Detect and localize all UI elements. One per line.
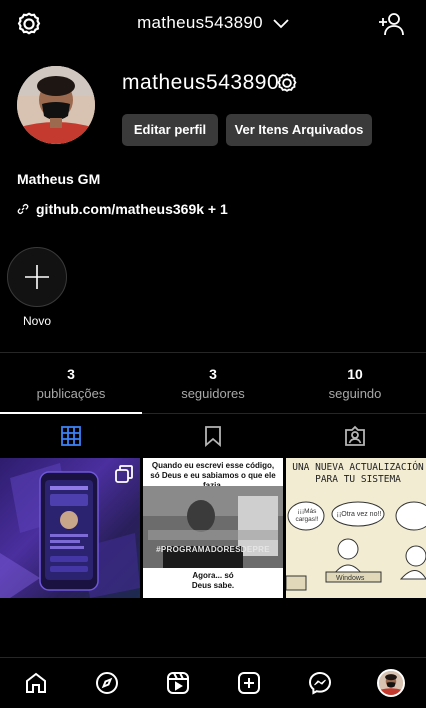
posts-stat[interactable]: 3 publicações [0, 362, 142, 412]
comic-bubble-2: ¡¡Otra vez no!! [336, 511, 382, 518]
following-count: 10 [347, 366, 363, 382]
meme-caption-bottom: Agora... só Deus sabe. [191, 571, 235, 590]
followers-label: seguidores [181, 386, 245, 401]
full-name: Matheus GM [17, 171, 101, 187]
nav-create[interactable] [229, 663, 269, 703]
profile-tabs [0, 412, 426, 458]
chevron-down-icon[interactable] [273, 18, 289, 29]
grid-icon [61, 426, 81, 446]
comic-bubble-1: ¡¡¡Más cargas!! [295, 508, 319, 523]
profile-link-text[interactable]: github.com/matheus369k + 1 [36, 201, 228, 217]
settings-icon[interactable] [276, 72, 298, 94]
divider [0, 352, 426, 353]
nav-profile[interactable] [371, 663, 411, 703]
posts-count: 3 [67, 366, 75, 382]
profile-stats: 3 publicações 3 seguidores 10 seguindo [0, 362, 426, 412]
edit-profile-button[interactable]: Editar perfil [122, 114, 218, 146]
profile-avatar[interactable] [17, 66, 95, 144]
plus-icon [25, 265, 49, 289]
add-user-icon[interactable] [378, 12, 404, 36]
new-highlight[interactable]: Novo [7, 247, 67, 328]
followers-count: 3 [209, 366, 217, 382]
posts-grid: Quando eu escrevi esse código, só Deus e… [0, 458, 426, 598]
meme-watermark: #PROGRAMADORESDEPRE [156, 545, 270, 554]
messenger-icon [308, 671, 331, 695]
followers-stat[interactable]: 3 seguidores [142, 362, 284, 412]
profile-username: matheus543890 [122, 71, 280, 94]
link-icon [17, 203, 29, 215]
top-bar: matheus543890 [0, 0, 426, 48]
explore-icon [95, 672, 118, 694]
post-thumbnail[interactable]: Quando eu escrevi esse código, só Deus e… [143, 458, 283, 598]
create-icon [237, 672, 260, 694]
tab-saved[interactable] [142, 414, 284, 458]
bottom-navigation [0, 657, 426, 708]
nav-home[interactable] [16, 663, 56, 703]
nav-explore[interactable] [87, 663, 127, 703]
meme-photo [143, 486, 283, 568]
post-thumbnail[interactable]: UNA NUEVA ACTUALIZACIÓN PARA TU SISTEMA … [286, 458, 426, 598]
account-switcher[interactable]: matheus543890 [0, 13, 426, 33]
account-username[interactable]: matheus543890 [137, 13, 263, 32]
new-highlight-button[interactable] [7, 247, 67, 307]
tagged-icon [345, 425, 365, 446]
post-thumbnail[interactable] [0, 458, 140, 598]
tab-tagged[interactable] [284, 414, 426, 458]
comic-title: UNA NUEVA ACTUALIZACIÓN PARA TU SISTEMA [292, 462, 424, 485]
nav-messenger[interactable] [300, 663, 340, 703]
following-stat[interactable]: 10 seguindo [284, 362, 426, 412]
multiple-photos-icon [115, 465, 133, 483]
tab-posts-grid[interactable] [0, 412, 142, 458]
home-icon [25, 672, 46, 693]
view-archive-button[interactable]: Ver Itens Arquivados [226, 114, 372, 146]
bookmark-icon [205, 426, 221, 447]
comic-caption: Windows [336, 575, 365, 582]
following-label: seguindo [328, 386, 382, 401]
new-highlight-label: Novo [22, 314, 51, 328]
posts-label: publicações [36, 386, 106, 401]
reels-icon [166, 672, 189, 694]
profile-avatar [376, 669, 405, 697]
nav-reels[interactable] [158, 663, 198, 703]
profile-link[interactable]: github.com/matheus369k + 1 [17, 201, 228, 217]
